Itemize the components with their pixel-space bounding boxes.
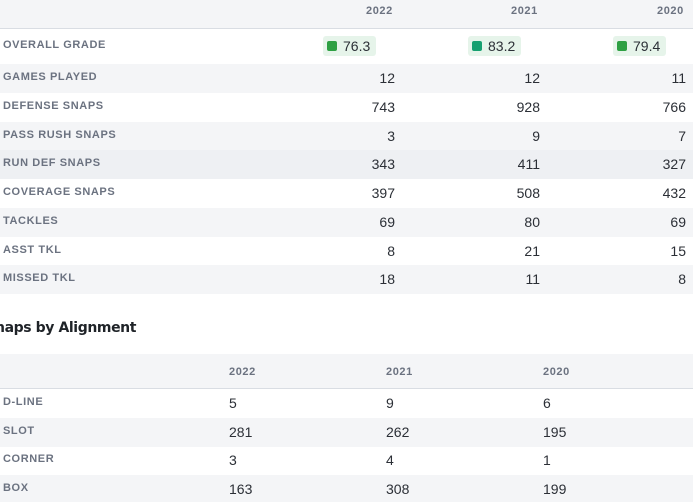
- cell-2021: 508: [516, 185, 540, 201]
- cell-2020: 195: [543, 424, 567, 440]
- row-label: D-LINE: [3, 396, 44, 408]
- grade-value: 76.3: [343, 38, 371, 54]
- cell-2020: 15: [670, 243, 686, 259]
- row-label: COVERAGE SNAPS: [3, 186, 116, 198]
- row-label: GAMES PLAYED: [3, 71, 98, 83]
- table-row: PASS RUSH SNAPS 3 9 7: [0, 122, 693, 151]
- cell-2021: 9: [532, 128, 540, 144]
- grade-badge-2021: 83.2: [468, 36, 522, 56]
- col-header-2020[interactable]: 2020: [657, 5, 684, 17]
- cell-2022: 397: [371, 185, 395, 201]
- cell-2020: 199: [543, 481, 567, 497]
- cell-2021: 21: [524, 243, 540, 259]
- table-row: MISSED TKL 18 11 8: [0, 265, 693, 294]
- table-row: TACKLES 69 80 69: [0, 208, 693, 237]
- grade-dot-icon: [617, 41, 627, 51]
- grade-badge-2020: 79.4: [613, 36, 667, 56]
- col-header-2021[interactable]: 2021: [511, 5, 538, 17]
- cell-2021: 12: [524, 70, 540, 86]
- cell-2020: 1: [543, 452, 551, 468]
- table-row: GAMES PLAYED 12 12 11: [0, 64, 693, 93]
- cell-2022: 5: [229, 395, 237, 411]
- cell-2021: 928: [516, 99, 540, 115]
- cell-2022: 343: [371, 156, 395, 172]
- player-stats-page: 2022 2021 2020 OVERALL GRADE 76.3 83.2 7…: [0, 0, 700, 502]
- cell-2020: 69: [670, 214, 686, 230]
- cell-2022: 18: [379, 271, 395, 287]
- cell-2022: 69: [379, 214, 395, 230]
- cell-2021: 9: [386, 395, 394, 411]
- table-row: ASST TKL 8 21 15: [0, 237, 693, 266]
- table-row: D-LINE 5 9 6: [0, 389, 693, 418]
- table-row: COVERAGE SNAPS 397 508 432: [0, 179, 693, 208]
- row-label: CORNER: [3, 453, 55, 465]
- grade-value: 79.4: [633, 38, 661, 54]
- row-label: OVERALL GRADE: [3, 39, 106, 51]
- cell-2022: 8: [387, 243, 395, 259]
- grade-badge-2022: 76.3: [323, 36, 377, 56]
- section-title-snaps-by-alignment: naps by Alignment: [0, 320, 137, 336]
- cell-2021: 262: [386, 424, 410, 440]
- cell-2020: 432: [662, 185, 686, 201]
- grade-value: 83.2: [488, 38, 516, 54]
- cell-2020: 7: [678, 128, 686, 144]
- row-label: ASST TKL: [3, 244, 62, 256]
- cell-2021: 11: [525, 271, 540, 287]
- table-row: DEFENSE SNAPS 743 928 766: [0, 93, 693, 122]
- row-label: TACKLES: [3, 215, 59, 227]
- cell-2022: 12: [379, 70, 395, 86]
- table-row: SLOT 281 262 195: [0, 418, 693, 447]
- cell-2022: 163: [229, 481, 253, 497]
- cell-2022: 3: [229, 452, 237, 468]
- overall-grade-row: OVERALL GRADE 76.3 83.2 79.4: [0, 28, 693, 64]
- cell-2020: 327: [662, 156, 686, 172]
- cell-2022: 3: [387, 128, 395, 144]
- cell-2021: 411: [517, 156, 540, 172]
- cell-2021: 80: [524, 214, 540, 230]
- row-label: RUN DEF SNAPS: [3, 157, 101, 169]
- row-label: PASS RUSH SNAPS: [3, 129, 117, 141]
- col-header-2022[interactable]: 2022: [229, 366, 256, 378]
- table-row: CORNER 3 4 1: [0, 446, 693, 475]
- cell-2022: 281: [229, 424, 253, 440]
- grade-dot-icon: [472, 41, 482, 51]
- stats-table-header: 2022 2021 2020: [0, 0, 693, 29]
- cell-2020: 11: [671, 70, 686, 86]
- col-header-2021[interactable]: 2021: [386, 366, 413, 378]
- table-row: BOX 163 308 199: [0, 475, 693, 502]
- cell-2021: 308: [386, 481, 410, 497]
- row-label: MISSED TKL: [3, 272, 76, 284]
- col-header-2022[interactable]: 2022: [366, 5, 393, 17]
- table-row-hover: RUN DEF SNAPS 343 411 327: [0, 150, 693, 179]
- cell-2021: 4: [386, 452, 394, 468]
- row-label: DEFENSE SNAPS: [3, 100, 104, 112]
- cell-2020: 766: [662, 99, 686, 115]
- grade-dot-icon: [327, 41, 337, 51]
- cell-2022: 743: [371, 99, 395, 115]
- row-label: BOX: [3, 482, 29, 494]
- row-label: SLOT: [3, 425, 35, 437]
- cell-2020: 8: [678, 271, 686, 287]
- cell-2020: 6: [543, 395, 551, 411]
- alignment-table-header: 2022 2021 2020: [0, 354, 693, 389]
- col-header-2020[interactable]: 2020: [543, 366, 570, 378]
